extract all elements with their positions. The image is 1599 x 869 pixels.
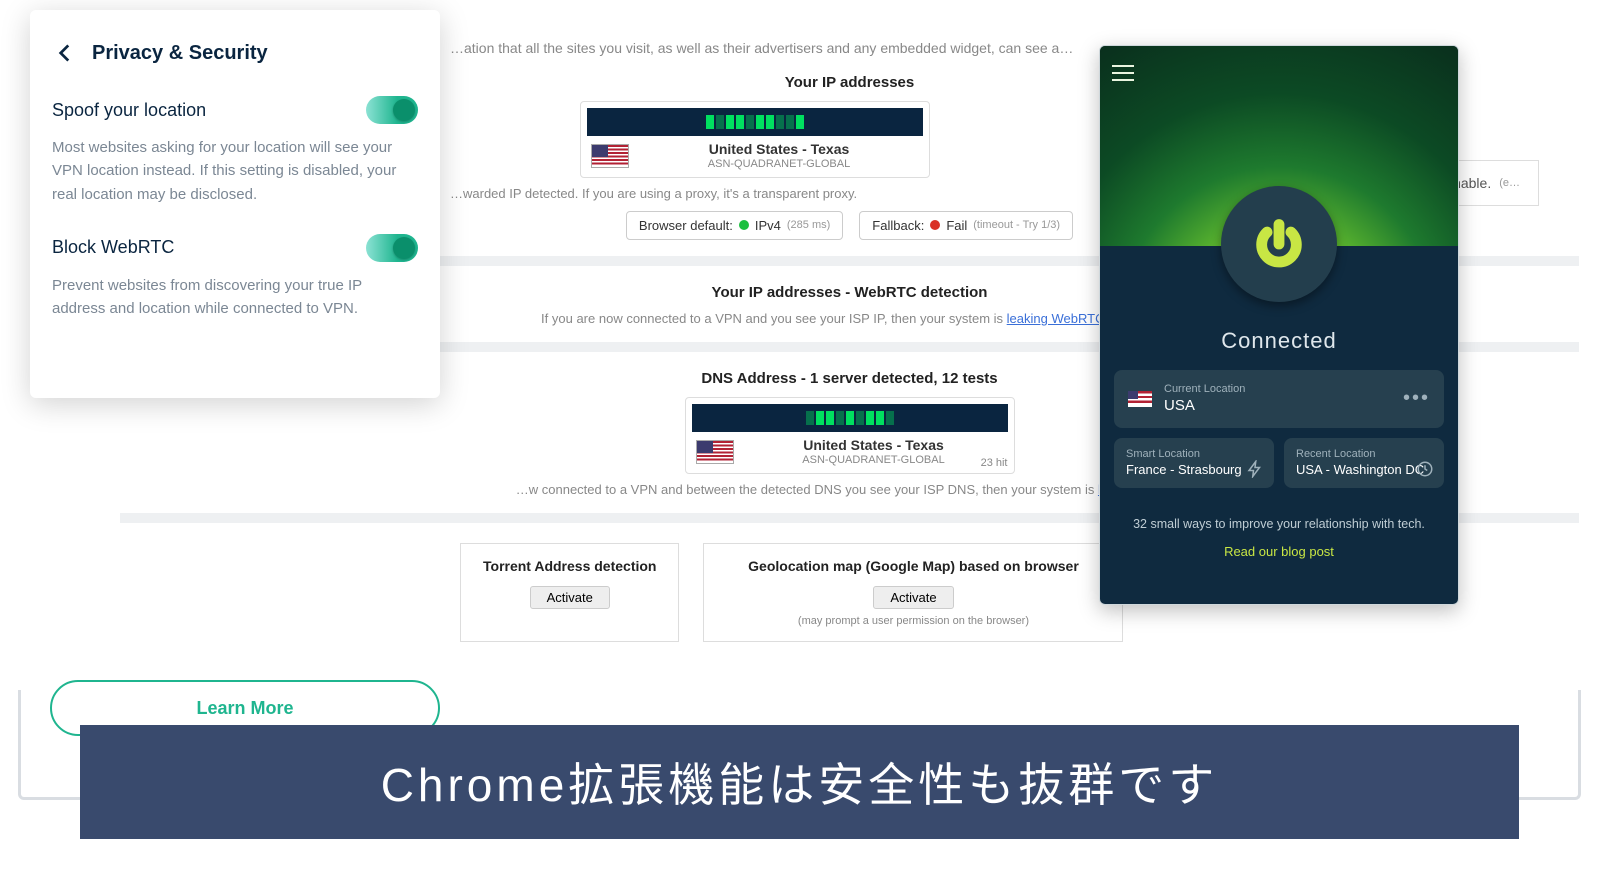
recent-location-value: USA - Washington DC [1296,462,1432,478]
extra: (timeout - Try 1/3) [973,219,1060,231]
more-icon[interactable]: ••• [1403,387,1430,410]
dns-location: United States - Texas [744,437,1004,454]
back-arrow-icon[interactable] [52,40,78,66]
geolocation-card: Geolocation map (Google Map) based on br… [703,543,1123,642]
geo-hint: (may prompt a user permission on the bro… [726,615,1100,627]
ip-card: United States - Texas ASN-QUADRANET-GLOB… [580,101,930,178]
browser-default-pill: Browser default: IPv4 (285 ms) [626,211,843,240]
status-dot-green [739,220,749,230]
panel-title: Privacy & Security [92,42,268,65]
ip-bar [587,108,923,136]
hamburger-menu-icon[interactable] [1112,60,1134,86]
us-flag-icon [591,144,629,168]
fallback-pill: Fallback: Fail (timeout - Try 1/3) [859,211,1073,240]
smart-location-label: Smart Location [1126,448,1262,460]
label: Fallback: [872,218,924,233]
blog-link[interactable]: Read our blog post [1100,544,1458,559]
caption-bar: Chrome拡張機能は安全性も抜群です [80,725,1519,839]
spoof-location-title: Spoof your location [52,100,206,121]
dns-hit: 23 hit [981,457,1008,469]
label: Browser default: [639,218,733,233]
bolt-icon [1246,460,1264,478]
block-webrtc-desc: Prevent websites from discovering your t… [52,274,418,321]
block-webrtc-toggle[interactable] [366,234,418,262]
power-icon [1253,218,1305,270]
status-dot-red [930,220,940,230]
torrent-activate-button[interactable]: Activate [530,586,610,609]
smart-location-value: France - Strasbourg [1126,462,1262,478]
current-location-card[interactable]: Current Location USA ••• [1114,370,1444,428]
us-flag-icon [696,440,734,464]
clock-icon [1416,460,1434,478]
value: IPv4 [755,218,781,233]
dns-asn: ASN-QUADRANET-GLOBAL [744,454,1004,467]
vpn-footer-text: 32 small ways to improve your relationsh… [1100,516,1458,534]
value: Fail [946,218,967,233]
spoof-location-toggle[interactable] [366,96,418,124]
torrent-card: Torrent Address detection Activate [460,543,679,642]
recent-location-chip[interactable]: Recent Location USA - Washington DC [1284,438,1444,488]
ip-bar [692,404,1008,432]
recent-location-label: Recent Location [1296,448,1432,460]
power-button[interactable] [1221,186,1337,302]
block-webrtc-title: Block WebRTC [52,237,174,258]
current-location-label: Current Location [1164,382,1391,396]
vpn-app-panel: Connected Current Location USA ••• Smart… [1099,45,1459,605]
us-flag-icon [1128,391,1152,407]
connection-status: Connected [1100,328,1458,354]
smart-location-chip[interactable]: Smart Location France - Strasbourg [1114,438,1274,488]
geo-title: Geolocation map (Google Map) based on br… [726,558,1100,574]
ip-location: United States - Texas [639,141,919,158]
geo-activate-button[interactable]: Activate [873,586,953,609]
latency: (285 ms) [787,219,830,231]
privacy-security-panel: Privacy & Security Spoof your location M… [30,10,440,398]
current-location-value: USA [1164,396,1391,416]
ip-asn: ASN-QUADRANET-GLOBAL [639,158,919,171]
dns-card: United States - Texas ASN-QUADRANET-GLOB… [685,397,1015,474]
spoof-location-desc: Most websites asking for your location w… [52,136,418,206]
torrent-title: Torrent Address detection [483,558,656,574]
